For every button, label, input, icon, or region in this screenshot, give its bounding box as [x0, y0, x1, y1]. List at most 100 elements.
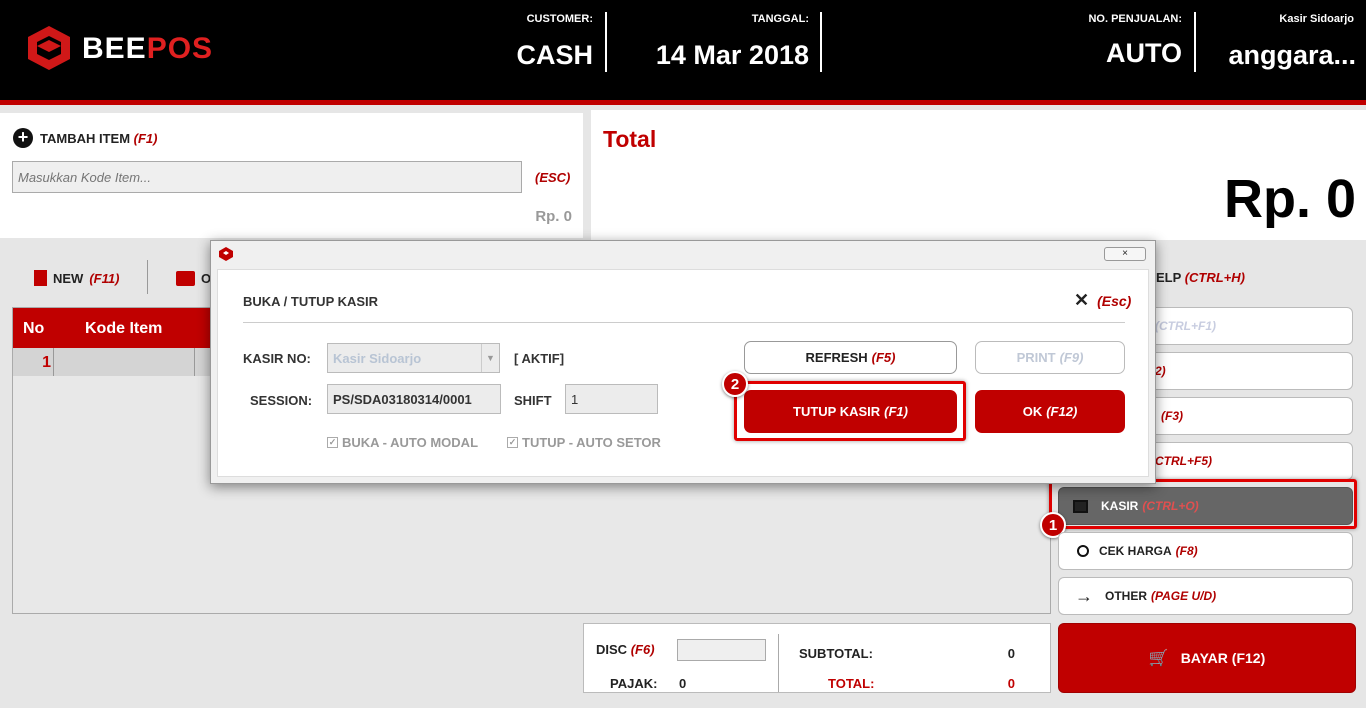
total-label: Total — [603, 126, 657, 152]
checkbox-icon: ✓ — [327, 437, 338, 448]
new-label: NEW — [53, 270, 84, 286]
cart-icon: 🛒 — [1148, 650, 1169, 667]
bayar-label: BAYAR (F12) — [1180, 650, 1266, 666]
session-field[interactable]: PS/SDA03180314/0001 — [327, 384, 501, 414]
disc-title: DISC (F6) — [596, 642, 655, 657]
tutup-auto-setor-checkbox[interactable]: ✓ TUTUP - AUTO SETOR — [507, 435, 661, 450]
total-summary-value: 0 — [1007, 676, 1015, 691]
disc-shortcut: (F6) — [630, 642, 655, 657]
total-amount: Rp. 0 — [1223, 169, 1356, 229]
window-close-button[interactable]: × — [1104, 247, 1146, 261]
new-button[interactable]: NEW (F11) — [34, 268, 119, 288]
customer-label: CUSTOMER: — [526, 13, 593, 25]
header-divider — [820, 12, 822, 72]
summary-box: DISC (F6) PAJAK: 0 SUBTOTAL: 0 TOTAL: 0 — [583, 623, 1051, 693]
dialog-title: BUKA / TUTUP KASIR — [243, 294, 379, 309]
add-item-panel: + TAMBAH ITEM (F1) (ESC) Rp. 0 — [0, 113, 583, 238]
kasir-no-value: Kasir Sidoarjo — [333, 350, 422, 366]
header-divider — [1194, 12, 1196, 72]
arrow-right-icon: → — [1075, 585, 1093, 606]
help-label: ELP — [1156, 270, 1182, 285]
header-no: No — [23, 320, 45, 337]
print-shortcut: (F9) — [1059, 350, 1084, 365]
dialog-divider — [243, 322, 1125, 323]
folder-icon — [176, 270, 195, 286]
close-shortcut: (Esc) — [1097, 292, 1132, 309]
tutup-check-label: TUTUP - AUTO SETOR — [522, 435, 661, 450]
cek-harga-label: CEK HARGA — [1099, 544, 1172, 558]
toolbar-divider — [147, 260, 148, 294]
refresh-shortcut: (F5) — [871, 350, 896, 365]
kasir-no-select[interactable]: Kasir Sidoarjo ▼ — [327, 343, 500, 373]
shortcut-4-label: CTRL+F5) — [1155, 454, 1212, 468]
sale-no-value: AUTO — [1105, 38, 1182, 68]
ok-shortcut: (F12) — [1046, 404, 1078, 419]
print-label: PRINT — [1016, 350, 1056, 365]
shift-value: 1 — [571, 391, 579, 407]
step-two-badge: 2 — [722, 371, 748, 397]
shortcut-1-label: (CTRL+F1) — [1155, 319, 1216, 333]
shift-label: SHIFT — [514, 393, 552, 408]
tutup-kasir-button[interactable]: TUTUP KASIR (F1) — [744, 390, 957, 433]
disc-input[interactable] — [677, 639, 766, 661]
dialog-body: BUKA / TUTUP KASIR ✕ (Esc) KASIR NO: Kas… — [217, 269, 1149, 477]
customer-value[interactable]: CASH — [516, 40, 593, 71]
buka-auto-modal-checkbox[interactable]: ✓ BUKA - AUTO MODAL — [327, 435, 478, 450]
date-label: TANGGAL: — [751, 13, 809, 25]
tutup-kasir-shortcut: (F1) — [884, 404, 908, 419]
cek-harga-button[interactable]: CEK HARGA (F8) — [1058, 532, 1353, 570]
kasir-button[interactable]: KASIR (CTRL+O) — [1058, 487, 1353, 525]
date-value[interactable]: 14 Mar 2018 — [656, 40, 809, 71]
session-label: SESSION: — [250, 393, 313, 408]
ok-label: OK — [1022, 404, 1043, 419]
cek-harga-shortcut: (F8) — [1175, 544, 1198, 558]
plus-circle-icon: + — [13, 128, 33, 148]
sale-no-label: NO. PENJUALAN: — [1088, 13, 1182, 25]
help-shortcut: (CTRL+H) — [1184, 270, 1245, 285]
shortcut-2-label: 2) — [1155, 364, 1166, 378]
header-stripe — [0, 100, 1366, 105]
ok-button[interactable]: OK (F12) — [975, 390, 1125, 433]
kasir-label: KASIR — [1101, 499, 1139, 513]
server-icon — [1073, 499, 1088, 513]
chevron-down-icon: ▼ — [481, 344, 499, 372]
header-code: Kode Item — [85, 320, 163, 337]
header-divider — [605, 12, 607, 72]
print-button[interactable]: PRINT (F9) — [975, 341, 1125, 374]
add-item-shortcut: (F1) — [133, 131, 158, 146]
beepos-logo-icon — [26, 24, 72, 72]
bayar-button[interactable]: 🛒 BAYAR (F12) — [1058, 623, 1356, 693]
tutup-kasir-label: TUTUP KASIR — [793, 404, 881, 419]
shift-field[interactable]: 1 — [565, 384, 658, 414]
subtotal-value: 0 — [1007, 646, 1015, 661]
brand-bee: BEE — [82, 32, 147, 65]
kasir-shortcut: (CTRL+O) — [1142, 499, 1199, 513]
buka-check-label: BUKA - AUTO MODAL — [342, 435, 479, 450]
pajak-value: 0 — [679, 676, 687, 691]
cell-divider — [53, 348, 54, 376]
refresh-button[interactable]: REFRESH (F5) — [744, 341, 957, 374]
refresh-label: REFRESH — [805, 350, 868, 365]
kasir-status: [ AKTIF] — [514, 351, 565, 366]
brand-logo: BEEPOS — [82, 32, 213, 66]
disc-label: DISC — [596, 642, 628, 657]
dialog-close-button[interactable]: ✕ (Esc) — [1074, 290, 1131, 311]
other-button[interactable]: → OTHER (PAGE U/D) — [1058, 577, 1353, 615]
kasir-no-label: KASIR NO: — [243, 351, 311, 366]
esc-shortcut: (ESC) — [535, 170, 571, 185]
open-button[interactable]: O — [176, 268, 211, 288]
close-icon: ✕ — [1074, 290, 1090, 310]
kasir-dialog: × BUKA / TUTUP KASIR ✕ (Esc) KASIR NO: K… — [210, 240, 1156, 484]
cashier-value[interactable]: anggara... — [1228, 40, 1356, 71]
other-shortcut: (PAGE U/D) — [1151, 589, 1217, 603]
search-icon — [1077, 545, 1089, 557]
item-price: Rp. 0 — [535, 208, 572, 225]
new-shortcut: (F11) — [89, 270, 120, 286]
add-item-label: TAMBAH ITEM — [40, 131, 131, 146]
other-label: OTHER — [1105, 589, 1147, 603]
total-panel: Total Rp. 0 — [591, 110, 1366, 240]
item-code-input[interactable] — [12, 161, 522, 193]
brand-pos: POS — [146, 32, 214, 65]
help-button[interactable]: ELP (CTRL+H) — [1156, 270, 1245, 285]
summary-divider — [778, 634, 779, 692]
